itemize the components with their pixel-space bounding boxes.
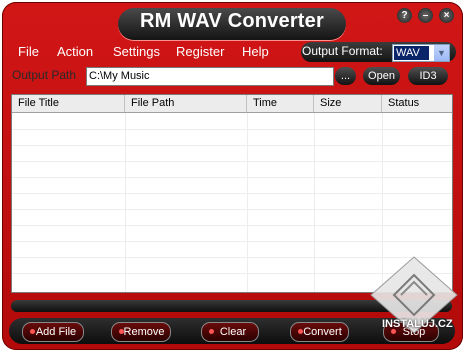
id3-button[interactable]: ID3	[408, 67, 448, 85]
output-format-select[interactable]: WAV ▼	[392, 44, 450, 62]
close-icon[interactable]: ×	[439, 8, 454, 23]
output-path-input[interactable]: C:\My Music	[86, 67, 334, 86]
row-divider	[12, 177, 452, 178]
browse-button[interactable]: ...	[335, 67, 356, 85]
app-window: RM WAV Converter ? – × File Action Setti…	[0, 0, 465, 353]
dot-icon	[30, 329, 35, 334]
menu-action[interactable]: Action	[57, 44, 93, 59]
convert-label: Convert	[303, 326, 342, 338]
row-divider	[12, 161, 452, 162]
dot-icon	[209, 329, 214, 334]
dot-icon	[298, 329, 303, 334]
column-divider	[247, 113, 248, 292]
menu-register[interactable]: Register	[176, 44, 224, 59]
remove-button[interactable]: Remove	[111, 322, 171, 342]
column-time[interactable]: Time	[247, 95, 314, 112]
table-header: File Title File Path Time Size Status	[12, 95, 452, 113]
column-file-path[interactable]: File Path	[125, 95, 247, 112]
row-divider	[12, 209, 452, 210]
column-size[interactable]: Size	[314, 95, 382, 112]
column-divider	[314, 113, 315, 292]
output-path-label: Output Path	[12, 68, 77, 82]
add-file-button[interactable]: Add File	[22, 322, 84, 342]
app-title: RM WAV Converter	[140, 10, 324, 32]
clear-label: Clear	[219, 326, 247, 338]
open-button[interactable]: Open	[363, 67, 400, 85]
row-divider	[12, 225, 452, 226]
watermark-text: INSTALUJ.CZ	[382, 318, 453, 330]
menu-settings[interactable]: Settings	[113, 44, 160, 59]
add-file-label: Add File	[35, 326, 77, 338]
row-divider	[12, 145, 452, 146]
output-format-label: Output Format:	[302, 44, 383, 58]
minimize-icon[interactable]: –	[418, 8, 433, 23]
chevron-down-icon[interactable]: ▼	[434, 45, 449, 61]
column-divider	[125, 113, 126, 292]
row-divider	[12, 129, 452, 130]
convert-button[interactable]: Convert	[290, 322, 349, 342]
menu-file[interactable]: File	[18, 44, 39, 59]
remove-label: Remove	[123, 326, 165, 338]
column-file-title[interactable]: File Title	[12, 95, 125, 112]
column-status[interactable]: Status	[382, 95, 452, 112]
dot-icon	[119, 329, 124, 334]
row-divider	[12, 241, 452, 242]
clear-button[interactable]: Clear	[201, 322, 259, 342]
menu-help[interactable]: Help	[242, 44, 269, 59]
output-format-value: WAV	[394, 46, 429, 60]
help-icon[interactable]: ?	[397, 8, 412, 23]
row-divider	[12, 193, 452, 194]
